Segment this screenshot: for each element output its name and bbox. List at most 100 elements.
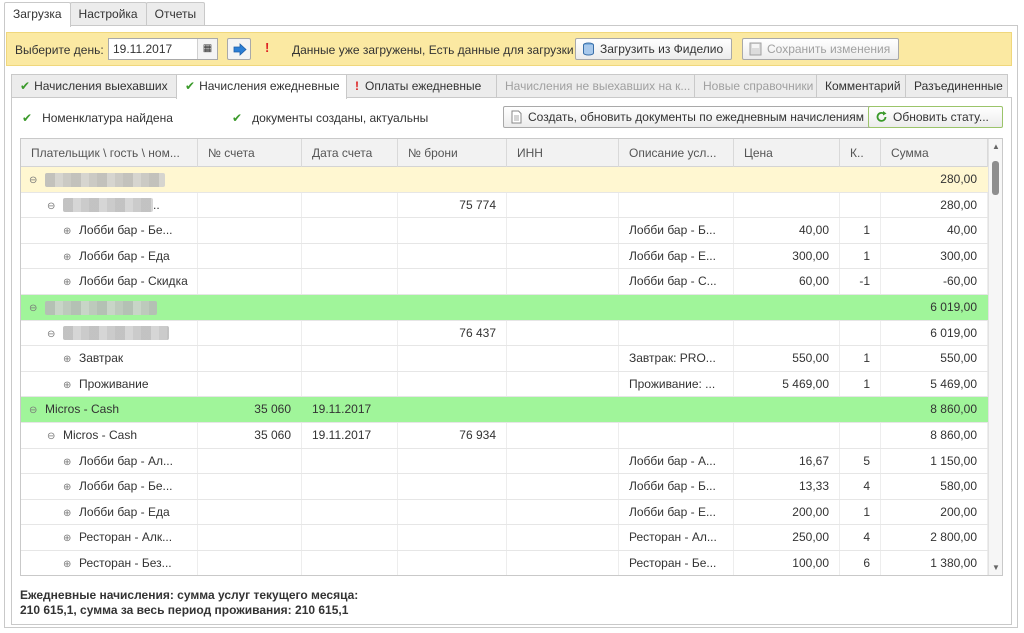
tab-daily-payments[interactable]: ! Оплаты ежедневные: [346, 74, 497, 98]
warning-icon: !: [265, 40, 270, 55]
row-name-text: Лобби бар - Ал...: [79, 453, 173, 468]
cell-description: Лобби бар - Е...: [619, 499, 734, 525]
create-documents-label: Создать, обновить документы по ежедневны…: [528, 110, 864, 124]
col-payer[interactable]: Плательщик \ гость \ ном...: [21, 139, 198, 167]
cell-payer: ⊖..: [21, 192, 198, 218]
load-fidelio-button[interactable]: Загрузить из Фиделио: [575, 38, 733, 60]
cell-account: [198, 192, 302, 218]
cell-quantity: 5: [840, 448, 881, 474]
tab-daily-charges[interactable]: ✔ Начисления ежедневные: [176, 74, 347, 99]
table-row[interactable]: ⊖ 280,00: [21, 167, 1002, 193]
cell-inn: [507, 346, 619, 371]
refresh-status-label: Обновить стату...: [893, 110, 989, 124]
check-icon: ✔: [20, 79, 31, 93]
expand-icon[interactable]: ⊕: [63, 475, 73, 499]
expand-icon[interactable]: ⊕: [63, 501, 73, 525]
tab-new-directories[interactable]: Новые справочники: [694, 74, 817, 98]
date-field[interactable]: 19.11.2017 ▦: [108, 38, 218, 60]
calendar-icon[interactable]: ▦: [197, 39, 217, 59]
col-price[interactable]: Цена: [734, 139, 840, 167]
row-name-text: Ресторан - Без...: [79, 555, 172, 570]
expand-icon[interactable]: ⊕: [63, 552, 73, 575]
cell-price: 60,00: [734, 269, 840, 294]
table-row[interactable]: ⊕ Лобби бар - Скидка Лобби бар - С... 60,00…: [21, 269, 1002, 295]
col-account-date[interactable]: Дата счета: [302, 139, 398, 167]
cell-price: [734, 295, 840, 320]
refresh-status-button[interactable]: Обновить стату...: [868, 106, 1003, 128]
cell-account: [198, 295, 302, 320]
cell-description: [619, 320, 734, 346]
cell-payer: ⊖: [21, 320, 198, 346]
cell-sum: 280,00: [881, 192, 988, 218]
cell-description: Лобби бар - Б...: [619, 218, 734, 243]
collapse-icon[interactable]: ⊖: [47, 194, 57, 218]
col-booking[interactable]: № брони: [398, 139, 507, 167]
expand-icon[interactable]: ⊕: [63, 270, 73, 294]
cell-sum: 550,00: [881, 346, 988, 371]
table-row[interactable]: ⊕ Лобби бар - Еда Лобби бар - Е... 300,00 1 3…: [21, 243, 1002, 270]
table-row[interactable]: ⊕ Лобби бар - Ал... Лобби бар - А... 16,67 5…: [21, 448, 1002, 475]
tab-not-departed-charges[interactable]: Начисления не выехавших на к...: [496, 74, 695, 98]
table-row[interactable]: ⊕ Ресторан - Алк... Ресторан - Ал... 250,00…: [21, 525, 1002, 551]
cell-price: [734, 320, 840, 346]
cell-quantity: 4: [840, 525, 881, 550]
cell-payer: ⊕ Ресторан - Без...: [21, 550, 198, 575]
table-row[interactable]: ⊖.. 75 774 280,00: [21, 192, 1002, 219]
save-changes-button[interactable]: Сохранить изменения: [742, 38, 900, 60]
col-description[interactable]: Описание усл...: [619, 139, 734, 167]
row-name-text: Лобби бар - Еда: [79, 504, 170, 519]
tab-comment[interactable]: Комментарий: [816, 74, 906, 98]
cell-description: [619, 397, 734, 422]
go-button[interactable]: [227, 38, 251, 60]
table-row[interactable]: ⊕ Лобби бар - Еда Лобби бар - Е... 200,00 1 2…: [21, 499, 1002, 526]
cell-booking: [398, 371, 507, 397]
expand-icon[interactable]: ⊕: [63, 450, 73, 474]
tab-settings[interactable]: Настройка: [69, 2, 147, 26]
expand-icon[interactable]: ⊕: [63, 526, 73, 550]
table-row[interactable]: ⊕ Ресторан - Без... Ресторан - Бе... 100,00…: [21, 550, 1002, 575]
table-row[interactable]: ⊕ Завтрак Завтрак: PRO... 550,00 1 550,00: [21, 346, 1002, 372]
cell-inn: [507, 269, 619, 294]
cell-account: [198, 550, 302, 575]
col-account[interactable]: № счета: [198, 139, 302, 167]
table-row[interactable]: ⊕ Проживание Проживание: ... 5 469,00 1 5 469…: [21, 371, 1002, 398]
vertical-scrollbar[interactable]: ▲ ▼: [988, 139, 1002, 575]
table-row[interactable]: ⊕ Лобби бар - Бе... Лобби бар - Б... 13,33 4…: [21, 474, 1002, 500]
cell-payer: ⊕ Завтрак: [21, 346, 198, 371]
scroll-down-icon[interactable]: ▼: [992, 563, 1000, 572]
scroll-up-icon[interactable]: ▲: [992, 142, 1000, 151]
expand-icon[interactable]: ⊕: [63, 219, 73, 243]
cell-account-date: [302, 550, 398, 575]
col-quantity[interactable]: К..: [840, 139, 881, 167]
table-header: Плательщик \ гость \ ном... № счета Дата…: [21, 139, 1002, 167]
create-documents-button[interactable]: Создать, обновить документы по ежедневны…: [503, 106, 873, 128]
table-row[interactable]: ⊖ Micros - Cash 35 060 19.11.2017 8 860,00: [21, 397, 1002, 423]
cell-payer: ⊕ Лобби бар - Бе...: [21, 474, 198, 499]
tab-upload[interactable]: Загрузка: [4, 2, 71, 27]
tab-departed-charges[interactable]: ✔ Начисления выехавших: [11, 74, 177, 98]
redacted-name: [45, 300, 157, 315]
table-body: ⊖ 280,00 ⊖.. 75 774 280,00 ⊕ Лобби бар - Бе...…: [21, 167, 1002, 575]
col-sum[interactable]: Сумма: [881, 139, 988, 167]
scroll-thumb[interactable]: [992, 161, 999, 195]
col-inn[interactable]: ИНН: [507, 139, 619, 167]
collapse-icon[interactable]: ⊖: [29, 168, 39, 192]
cell-description: Лобби бар - Е...: [619, 243, 734, 269]
tab-separated[interactable]: Разъединенные: [905, 74, 1008, 98]
expand-icon[interactable]: ⊕: [63, 245, 73, 269]
expand-icon[interactable]: ⊕: [63, 347, 73, 371]
cell-description: [619, 167, 734, 192]
expand-icon[interactable]: ⊕: [63, 373, 73, 397]
table-row[interactable]: ⊖ 6 019,00: [21, 294, 1002, 321]
cell-booking: [398, 550, 507, 575]
collapse-icon[interactable]: ⊖: [29, 398, 39, 422]
table-row[interactable]: ⊖ 76 437 6 019,00: [21, 320, 1002, 347]
collapse-icon[interactable]: ⊖: [29, 296, 39, 320]
cell-payer: ⊖: [21, 167, 198, 192]
collapse-icon[interactable]: ⊖: [47, 424, 57, 448]
table-row[interactable]: ⊕ Лобби бар - Бе... Лобби бар - Б... 40,00 1…: [21, 218, 1002, 244]
collapse-icon[interactable]: ⊖: [47, 322, 57, 346]
table-row[interactable]: ⊖ Micros - Cash 35 060 19.11.2017 76 934 8 86…: [21, 422, 1002, 449]
tab-reports[interactable]: Отчеты: [145, 2, 206, 26]
cell-account-date: [302, 346, 398, 371]
